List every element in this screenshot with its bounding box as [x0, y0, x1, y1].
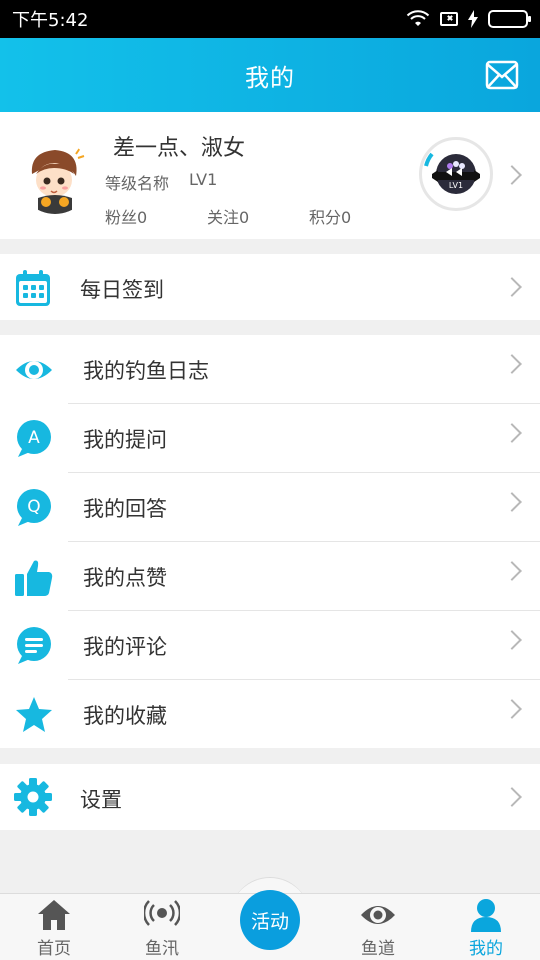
- nav-label: 鱼汛: [145, 939, 179, 959]
- gear-icon: [14, 778, 52, 816]
- chevron-right-icon: [502, 277, 522, 297]
- level-name-label: 等级名称: [105, 174, 170, 193]
- list-item-favorites[interactable]: 我的收藏: [0, 680, 540, 749]
- points-count[interactable]: 积分0: [309, 204, 351, 228]
- nav-label: 首页: [37, 939, 71, 959]
- eye-icon: [16, 361, 52, 379]
- question-bubble-icon: A: [17, 420, 51, 457]
- activity-button[interactable]: 活动: [240, 890, 300, 950]
- chevron-right-icon: [502, 699, 522, 719]
- nav-home[interactable]: 首页: [9, 894, 99, 960]
- comment-icon: [17, 627, 51, 664]
- list-item-label: 我的回答: [83, 497, 167, 521]
- list-item-comments[interactable]: 我的评论: [0, 611, 540, 680]
- eye-icon: [361, 906, 395, 924]
- list-item-label: 我的提问: [83, 428, 167, 452]
- answer-bubble-icon: Q: [17, 489, 51, 526]
- settings-row[interactable]: 设置: [0, 764, 540, 830]
- svg-text:A: A: [28, 428, 40, 448]
- svg-text:Q: Q: [27, 497, 40, 517]
- username: 差一点、淑女: [113, 136, 246, 161]
- status-bar: 下午5:42: [0, 0, 540, 38]
- nav-label: 我的: [469, 939, 503, 959]
- chevron-right-icon: [502, 492, 522, 512]
- thumbs-up-icon: [15, 560, 53, 596]
- checkin-row[interactable]: 每日签到: [0, 254, 540, 320]
- nav-fishing-road[interactable]: 鱼道: [333, 894, 423, 960]
- chevron-right-icon: [502, 630, 522, 650]
- chevron-right-icon: [502, 787, 522, 807]
- charging-icon: [468, 10, 478, 28]
- chevron-right-icon: [502, 561, 522, 581]
- wifi-icon: [406, 10, 430, 26]
- avatar[interactable]: [18, 140, 92, 214]
- list-item-label: 我的评论: [83, 635, 167, 659]
- profile-stats: 粉丝0 关注0 积分0: [105, 204, 351, 228]
- mail-icon[interactable]: [484, 57, 520, 93]
- list-item-fishing-log[interactable]: 我的钓鱼日志: [0, 335, 540, 404]
- nav-fishing-news[interactable]: 鱼汛: [117, 894, 207, 960]
- settings-label: 设置: [80, 788, 122, 812]
- level-value: LV1: [189, 170, 218, 189]
- calendar-icon: [16, 270, 50, 306]
- user-icon: [471, 899, 501, 932]
- level-badge[interactable]: LV1: [419, 137, 493, 211]
- sim-icon: [440, 12, 458, 26]
- page-title: 我的: [245, 63, 295, 92]
- checkin-section: 每日签到: [0, 254, 540, 320]
- battery-icon: [488, 10, 531, 28]
- home-icon: [38, 900, 70, 930]
- my-items-section: 我的钓鱼日志 A 我的提问 Q 我的回答 我的点赞 我的评论 我的收藏: [0, 335, 540, 748]
- nav-mine[interactable]: 我的: [441, 894, 531, 960]
- broadcast-icon: [144, 900, 180, 926]
- status-time: 下午5:42: [12, 10, 89, 31]
- badge-text: LV1: [449, 181, 463, 190]
- list-item-label: 我的钓鱼日志: [83, 359, 209, 383]
- fans-count[interactable]: 粉丝0: [105, 204, 207, 228]
- settings-section: 设置: [0, 764, 540, 830]
- level-row: 等级名称 LV1: [105, 170, 217, 194]
- following-count[interactable]: 关注0: [207, 204, 309, 228]
- list-item-answers[interactable]: Q 我的回答: [0, 473, 540, 542]
- list-item-label: 我的点赞: [83, 566, 167, 590]
- nav-label: 鱼道: [361, 939, 395, 959]
- activity-label: 活动: [250, 910, 289, 933]
- title-bar: 我的: [0, 38, 540, 112]
- chevron-right-icon: [502, 165, 522, 185]
- list-item-questions[interactable]: A 我的提问: [0, 404, 540, 473]
- list-item-label: 我的收藏: [83, 704, 167, 728]
- checkin-label: 每日签到: [80, 278, 164, 302]
- chevron-right-icon: [502, 423, 522, 443]
- status-icons: [406, 10, 531, 28]
- profile-card[interactable]: 差一点、淑女 等级名称 LV1 粉丝0 关注0 积分0 LV1: [0, 112, 540, 239]
- chevron-right-icon: [502, 354, 522, 374]
- star-icon: [16, 697, 52, 732]
- list-item-likes[interactable]: 我的点赞: [0, 542, 540, 611]
